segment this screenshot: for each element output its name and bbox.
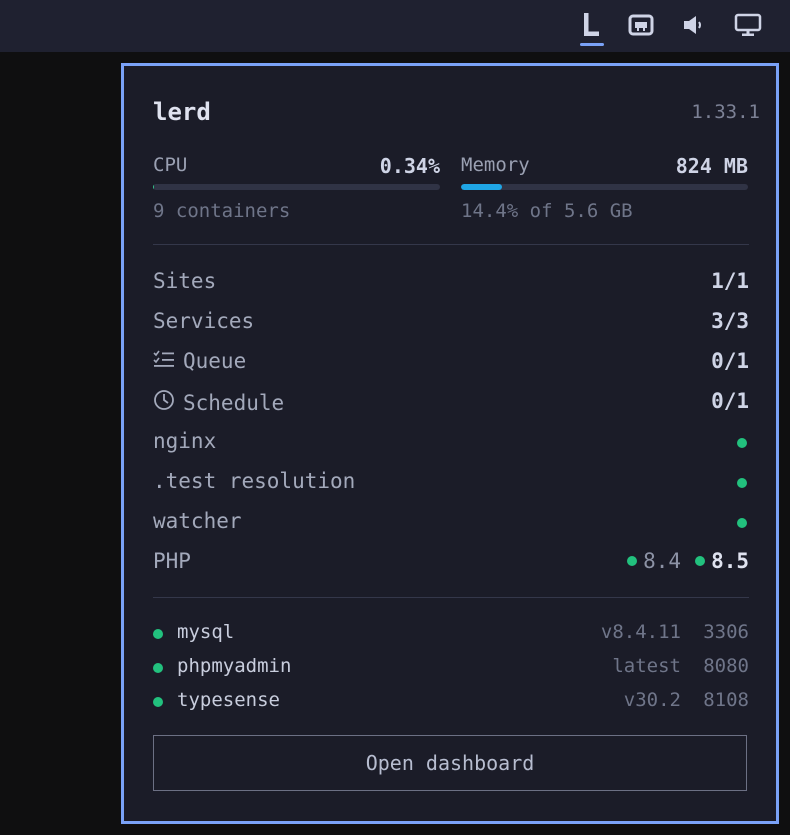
schedule-value: 0/1 <box>711 389 749 413</box>
services-label: Services <box>153 309 254 333</box>
test-resolution-label: .test resolution <box>153 469 355 493</box>
divider <box>153 244 749 245</box>
cpu-bar <box>153 184 440 190</box>
cpu-value: 0.34% <box>379 154 440 178</box>
panel-title: lerd <box>153 98 211 126</box>
php-8-5-status-dot <box>695 556 706 566</box>
memory-value: 824 MB <box>675 154 748 178</box>
mysql-status-dot <box>153 629 163 639</box>
typesense-status-dot <box>153 697 163 707</box>
service-row-phpmyadmin[interactable]: phpmyadmin latest 8080 <box>153 655 749 681</box>
service-name: phpmyadmin <box>177 655 292 677</box>
checklist-icon <box>153 349 175 373</box>
memory-bar <box>461 184 748 190</box>
php-version-8-4[interactable]: 8.4 <box>643 549 681 573</box>
background-area <box>0 52 122 835</box>
php-8-4-status-dot <box>627 556 638 566</box>
services-value: 3/3 <box>711 309 749 333</box>
schedule-label-text: Schedule <box>183 390 285 415</box>
memory-usage: 14.4% of 5.6 GB <box>461 200 633 222</box>
service-port: 8080 <box>703 655 749 677</box>
top-bar <box>0 0 790 52</box>
test-resolution-status-dot <box>737 478 747 488</box>
sites-value: 1/1 <box>711 269 749 293</box>
lerd-popup-panel: lerd 1.33.1 CPU 0.34% 9 containers Memor… <box>121 63 779 824</box>
lerd-logo-icon[interactable] <box>577 10 607 40</box>
active-indicator <box>580 43 604 46</box>
service-name: typesense <box>177 689 280 711</box>
nginx-status-dot <box>737 438 747 448</box>
queue-label: Queue <box>153 349 246 373</box>
phpmyadmin-status-dot <box>153 663 163 673</box>
php-label-text: PHP <box>153 549 191 573</box>
open-dashboard-button[interactable]: Open dashboard <box>153 735 747 791</box>
schedule-label: Schedule <box>153 389 284 416</box>
app-version: 1.33.1 <box>691 101 760 123</box>
watcher-status-dot <box>737 518 747 528</box>
clock-icon <box>153 389 175 416</box>
queue-value: 0/1 <box>711 349 749 373</box>
nginx-label: nginx <box>153 429 216 453</box>
watcher-label: watcher <box>153 509 242 533</box>
watcher-label-text: watcher <box>153 509 242 533</box>
php-versions: 8.4 8.5 <box>627 549 749 573</box>
service-version: v8.4.11 <box>600 621 681 643</box>
php-version-8-5[interactable]: 8.5 <box>711 549 749 573</box>
display-icon[interactable] <box>733 10 763 40</box>
service-version: latest <box>612 655 681 677</box>
divider <box>153 597 749 598</box>
php-label: PHP <box>153 549 191 573</box>
memory-bar-fill <box>461 184 503 190</box>
memory-label: Memory <box>461 154 530 176</box>
services-label-text: Services <box>153 309 255 333</box>
service-port: 8108 <box>703 689 749 711</box>
service-version: v30.2 <box>623 689 681 711</box>
test-resolution-label-text: .test resolution <box>153 469 356 493</box>
queue-label-text: Queue <box>183 349 247 373</box>
volume-icon[interactable] <box>679 10 709 40</box>
cpu-containers: 9 containers <box>153 200 291 222</box>
service-name: mysql <box>177 621 235 643</box>
service-port: 3306 <box>703 621 749 643</box>
cpu-bar-fill <box>153 184 155 190</box>
cpu-label: CPU <box>153 154 188 176</box>
sites-label: Sites <box>153 269 216 293</box>
sites-label-text: Sites <box>153 269 217 293</box>
nginx-label-text: nginx <box>153 429 217 453</box>
service-row-typesense[interactable]: typesense v30.2 8108 <box>153 689 749 715</box>
network-icon[interactable] <box>626 10 656 40</box>
service-row-mysql[interactable]: mysql v8.4.11 3306 <box>153 621 749 647</box>
